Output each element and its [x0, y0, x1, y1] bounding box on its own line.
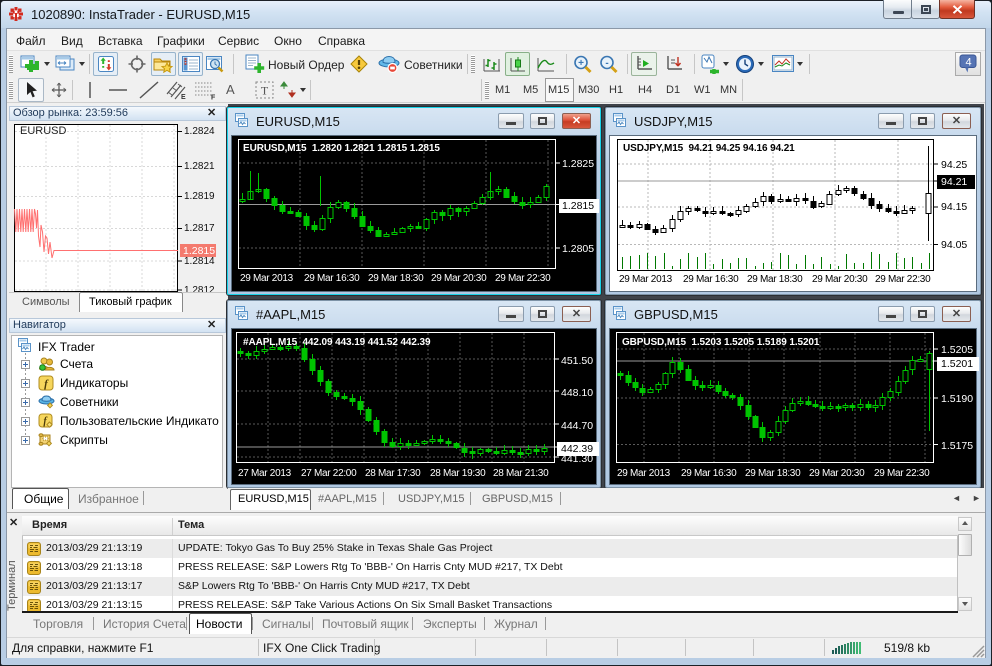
svg-text:4: 4 [965, 57, 971, 69]
svg-text:+: + [578, 58, 584, 69]
svg-text:E: E [181, 94, 186, 100]
svg-text:-: - [605, 58, 608, 69]
svg-text:T: T [261, 84, 269, 98]
svg-text:F: F [211, 95, 216, 101]
